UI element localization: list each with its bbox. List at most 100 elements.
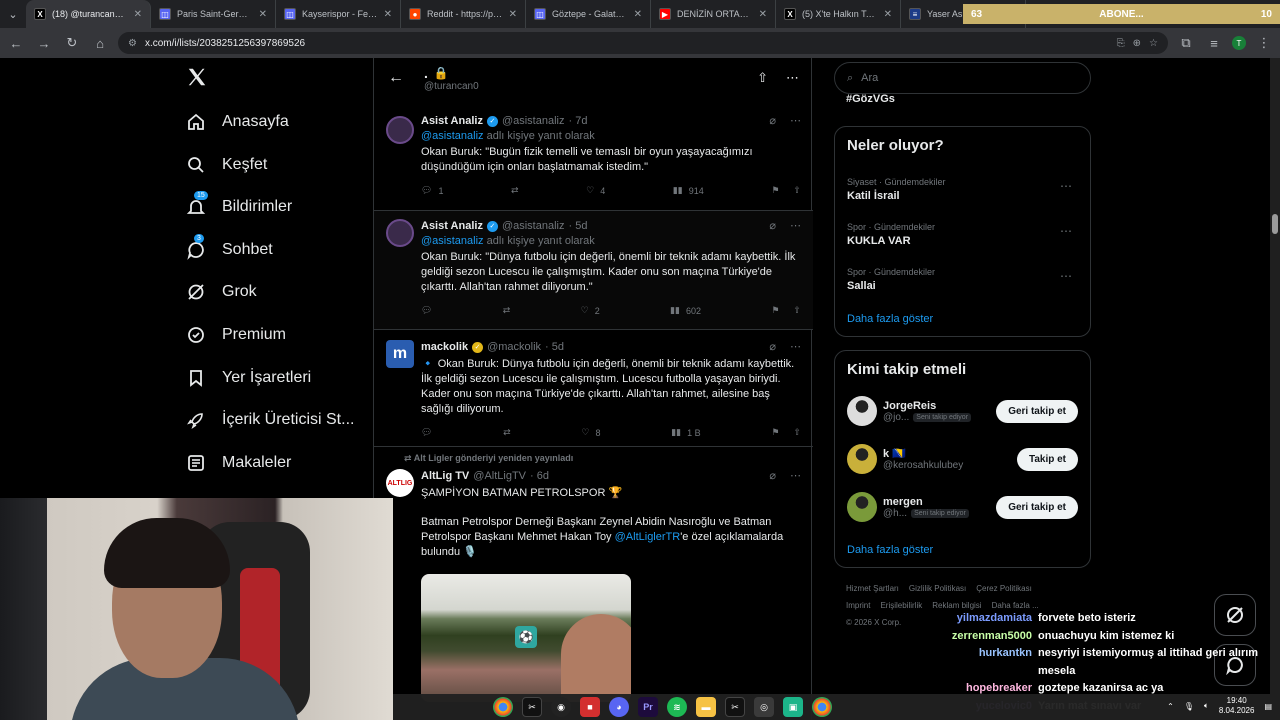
- browser-tab[interactable]: X (5) X'te Halkın Takımı ✕: [776, 0, 901, 28]
- follow-button[interactable]: Geri takip et: [996, 399, 1078, 423]
- page-scrollbar[interactable]: [1270, 58, 1280, 694]
- tweet-time[interactable]: · 7d: [568, 115, 587, 127]
- browser-tab[interactable]: ◫ Paris Saint-Germain ✕: [151, 0, 276, 28]
- follow-suggestion[interactable]: mergen @h... Seni takip ediyor Geri takip…: [847, 490, 1078, 524]
- sidebar-item-yer-i-şaretleri[interactable]: Yer İşaretleri: [186, 358, 311, 398]
- follow-suggestion[interactable]: JorgeReis @jo... Seni takip ediyor Geri t…: [847, 394, 1078, 428]
- views-button[interactable]: ▮▮ 914: [673, 185, 704, 196]
- reply-button[interactable]: 💬︎: [421, 305, 432, 316]
- more-icon[interactable]: ⋯: [1060, 179, 1072, 193]
- author-handle[interactable]: @asistanaliz: [502, 220, 565, 232]
- profile-avatar[interactable]: T: [1232, 36, 1246, 50]
- views-button[interactable]: ▮▮ 1 B: [671, 427, 700, 438]
- close-icon[interactable]: ✕: [384, 9, 392, 20]
- tweet[interactable]: ⇄ Alt Ligler gönderiyi yeniden yayınladı…: [374, 447, 813, 720]
- follow-button[interactable]: Geri takip et: [996, 495, 1078, 519]
- grok-icon[interactable]: ⌀: [769, 469, 776, 482]
- sidebar-item-sohbet[interactable]: 3 Sohbet: [186, 230, 273, 270]
- chrome-taskbar-icon[interactable]: [493, 697, 513, 717]
- discord-taskbar-icon[interactable]: ◕: [609, 697, 629, 717]
- volume-icon[interactable]: 🔈︎: [1204, 701, 1209, 711]
- avatar[interactable]: [847, 492, 877, 522]
- obs-taskbar-icon[interactable]: ◉: [551, 697, 571, 717]
- address-bar[interactable]: ⚙ x.com/i/lists/2038251256397869526 ⎘ ⊕ …: [118, 32, 1168, 54]
- views-button[interactable]: ▮▮ 602: [670, 305, 701, 316]
- spotify-taskbar-icon[interactable]: ≋: [667, 697, 687, 717]
- more-icon[interactable]: ⋯: [790, 340, 801, 353]
- trend-item[interactable]: Siyaset · Gündemdekiler Katil İsrail ⋯: [847, 177, 1078, 202]
- close-icon[interactable]: ✕: [134, 9, 142, 20]
- share-icon[interactable]: ⇧: [757, 70, 768, 86]
- reply-button[interactable]: 💬︎ 1: [421, 185, 443, 196]
- premiere-taskbar-icon[interactable]: Pr: [638, 697, 658, 717]
- extensions-icon[interactable]: ⧉: [1176, 33, 1196, 53]
- mention-link[interactable]: @AltLiglerTR: [615, 531, 681, 543]
- footer-link[interactable]: Reklam bilgisi: [932, 601, 981, 610]
- more-icon[interactable]: ⋯: [790, 114, 801, 127]
- bookmark-icon[interactable]: ⚑: [771, 305, 779, 316]
- sidebar-item-anasayfa[interactable]: Anasayfa: [186, 102, 289, 142]
- bookmark-icon[interactable]: ⚑: [771, 427, 779, 438]
- show-more-link[interactable]: Daha fazla göster: [847, 544, 933, 556]
- tweet[interactable]: Asist Analiz ✓ @asistanaliz · 5d ⌀ ⋯ @asi…: [374, 211, 813, 330]
- search-input[interactable]: ⌕ Ara: [834, 62, 1091, 94]
- partial-trend[interactable]: #GözVGs: [846, 93, 895, 105]
- browser-tab[interactable]: X (18) @turancan0/. / X ✕: [26, 0, 151, 28]
- author-name[interactable]: AltLig TV: [421, 470, 469, 482]
- like-button[interactable]: ♡ 8: [581, 427, 600, 438]
- footer-link[interactable]: Erişilebilirlik: [880, 601, 922, 610]
- sidebar-item-bildirimler[interactable]: 15 Bildirimler: [186, 187, 292, 227]
- sidebar-item-premium[interactable]: Premium: [186, 315, 286, 355]
- x-logo-icon[interactable]: [186, 66, 210, 90]
- more-icon[interactable]: ⋯: [1060, 224, 1072, 238]
- like-button[interactable]: ♡ 4: [586, 185, 605, 196]
- close-icon[interactable]: ✕: [509, 9, 517, 20]
- follow-suggestion[interactable]: k 🇧🇦 @kerosahkulubey Takip et: [847, 442, 1078, 476]
- close-icon[interactable]: ✕: [884, 9, 892, 20]
- bookmark-star-icon[interactable]: ☆: [1149, 38, 1158, 49]
- avatar[interactable]: m: [386, 340, 414, 368]
- close-icon[interactable]: ✕: [259, 9, 267, 20]
- reply-handle-link[interactable]: @asistanaliz: [421, 235, 484, 247]
- more-icon[interactable]: ⋯: [786, 70, 799, 86]
- sidebar-item-grok[interactable]: Grok: [186, 272, 257, 312]
- chrome-active-taskbar-icon[interactable]: ◎: [754, 697, 774, 717]
- browser-tab[interactable]: ▶ DENİZİN ORTASINDA ✕: [651, 0, 776, 28]
- more-icon[interactable]: ⋯: [790, 469, 801, 482]
- suggestion-name[interactable]: mergen: [883, 496, 990, 508]
- footer-link[interactable]: Hizmet Şartları: [846, 584, 899, 593]
- close-icon[interactable]: ✕: [634, 9, 642, 20]
- footer-link[interactable]: Gizlilik Politikası: [909, 584, 966, 593]
- share-icon[interactable]: ⇧: [793, 185, 801, 196]
- zoom-icon[interactable]: ⊕: [1133, 38, 1141, 49]
- like-button[interactable]: ♡ 2: [581, 305, 600, 316]
- system-clock[interactable]: 19:40 8.04.2026: [1219, 696, 1255, 716]
- avatar[interactable]: [386, 116, 414, 144]
- footer-link[interactable]: Çerez Politikası: [976, 584, 1032, 593]
- repost-button[interactable]: ⇄: [503, 305, 511, 316]
- avatar[interactable]: [847, 444, 877, 474]
- avatar[interactable]: [847, 396, 877, 426]
- tweet-time[interactable]: · 6d: [530, 470, 549, 482]
- more-icon[interactable]: ⋯: [1060, 269, 1072, 283]
- close-icon[interactable]: ✕: [759, 9, 767, 20]
- install-icon[interactable]: ⎘: [1117, 38, 1125, 49]
- sidebar-item-keşfet[interactable]: Keşfet: [186, 145, 267, 185]
- reload-icon[interactable]: ↻: [62, 33, 82, 53]
- back-icon[interactable]: ←: [6, 33, 26, 53]
- reply-button[interactable]: 💬︎: [421, 427, 432, 438]
- forward-icon[interactable]: →: [34, 33, 54, 53]
- browser-tab[interactable]: ● Reddit - https://prev ✕: [401, 0, 526, 28]
- tray-chevron-icon[interactable]: ⌃: [1167, 702, 1174, 711]
- scrollbar-thumb[interactable]: [1272, 214, 1278, 234]
- more-icon[interactable]: ⋯: [790, 219, 801, 232]
- mic-icon[interactable]: 🎙︎: [1184, 702, 1194, 711]
- folder-taskbar-icon[interactable]: ▬: [696, 697, 716, 717]
- footer-link[interactable]: Imprint: [846, 601, 870, 610]
- author-name[interactable]: mackolik: [421, 341, 468, 353]
- show-more-link[interactable]: Daha fazla göster: [847, 313, 933, 325]
- back-arrow-icon[interactable]: ←: [388, 69, 404, 87]
- app-red-taskbar-icon[interactable]: ■: [580, 697, 600, 717]
- home-browser-icon[interactable]: ⌂: [90, 33, 110, 53]
- notification-icon[interactable]: ▤: [1264, 702, 1272, 711]
